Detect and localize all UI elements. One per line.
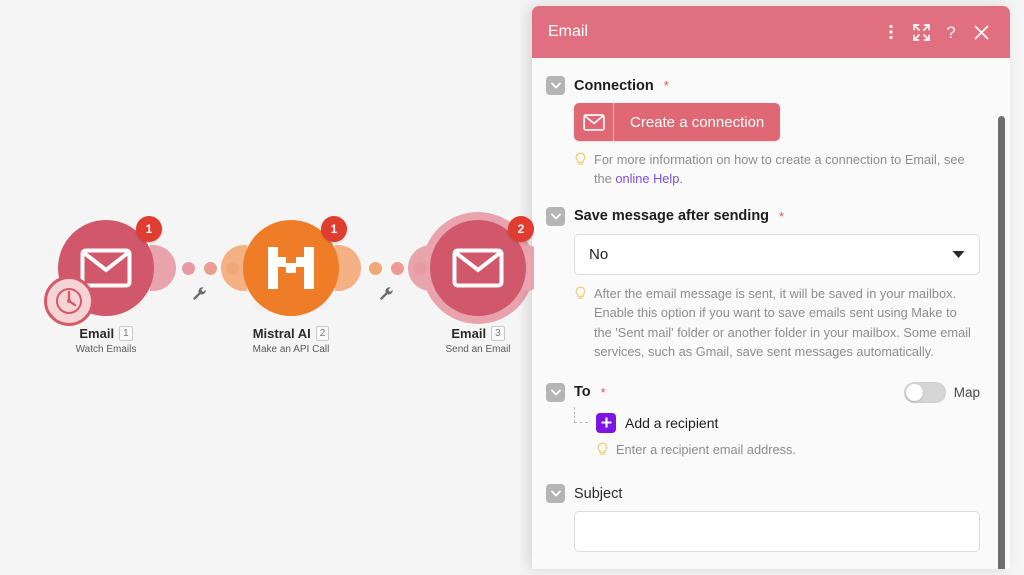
wrench-icon[interactable]	[192, 286, 208, 302]
module-subtitle: Send an Email	[445, 344, 511, 355]
chevron-down-icon[interactable]	[546, 76, 565, 95]
add-a-recipient-row[interactable]: Add a recipient	[574, 406, 980, 433]
connection-hint-text: For more information on how to create a …	[594, 150, 974, 189]
help-icon[interactable]: ?	[936, 17, 966, 47]
hint-text-after: .	[679, 171, 683, 187]
envelope-icon	[574, 103, 614, 141]
module-badge: 1	[321, 216, 347, 242]
module-badge: 2	[508, 216, 534, 242]
connector-dot	[182, 262, 195, 275]
envelope-icon	[452, 248, 504, 288]
mistral-logo-icon	[268, 247, 314, 289]
envelope-icon	[80, 248, 132, 288]
clock-icon	[44, 276, 94, 326]
module-name: Mistral AI	[252, 326, 311, 341]
field-to-content: Add a recipient Enter a recipient email …	[546, 406, 980, 462]
field-subject-label: Subject	[574, 485, 623, 502]
map-toggle-group: Map	[903, 381, 980, 403]
panel-body[interactable]: Connection * Create a connection For mor…	[532, 58, 1010, 569]
required-marker: *	[663, 78, 669, 93]
field-save-message-after-sending: Save message after sending * No After th…	[546, 206, 980, 362]
online-help-link[interactable]: online Help	[615, 171, 679, 186]
scenario-canvas[interactable]: 1 Email 1 Watch Emails 1 Mistral AI 2 Ma…	[0, 0, 534, 575]
connector-dot	[391, 262, 404, 275]
module-number: 2	[315, 326, 330, 341]
module-name: Email	[79, 326, 115, 341]
required-marker: *	[600, 384, 606, 400]
field-to: To * Map Add a recipient Enter a recipie…	[546, 381, 980, 462]
field-connection: Connection * Create a connection For mor…	[546, 76, 980, 189]
map-toggle-label: Map	[953, 384, 980, 400]
required-marker: *	[779, 208, 785, 224]
module-settings-panel: Email ? Connection * Create a connection…	[532, 6, 1010, 569]
field-save-message-label: Save message after sending	[574, 208, 770, 225]
field-connection-label: Connection	[574, 77, 654, 94]
save-message-selected-value: No	[589, 245, 609, 263]
module-title: Email 3	[420, 326, 534, 341]
module-subtitle: Make an API Call	[252, 344, 330, 355]
chevron-down-icon[interactable]	[546, 382, 565, 402]
panel-title: Email	[548, 23, 589, 40]
close-icon[interactable]	[966, 17, 996, 47]
field-connection-content: Create a connection For more information…	[546, 103, 980, 189]
field-subject-content	[546, 511, 980, 553]
chevron-down-icon[interactable]	[546, 206, 565, 226]
connector-dot	[204, 262, 217, 275]
module-number: 1	[119, 326, 133, 341]
save-message-hint-text: After the email message is sent, it will…	[594, 285, 971, 360]
lightbulb-icon	[574, 152, 587, 189]
field-subject-header: Subject	[546, 484, 980, 504]
field-save-message-header: Save message after sending *	[546, 206, 980, 226]
subject-input[interactable]	[574, 511, 980, 553]
connector-dot	[369, 262, 382, 275]
module-title: Mistral AI 2	[233, 326, 349, 341]
module-mistral-ai-make-an-api-call[interactable]: 1 Mistral AI 2 Make an API Call	[221, 216, 361, 355]
lightbulb-icon	[596, 442, 609, 462]
wrench-icon[interactable]	[379, 286, 395, 302]
connector-dot	[226, 262, 239, 275]
chevron-down-icon	[952, 246, 965, 263]
expand-icon[interactable]	[906, 17, 936, 47]
panel-header: Email ?	[532, 6, 1010, 58]
lightbulb-icon	[574, 286, 587, 362]
save-message-hint: After the email message is sent, it will…	[574, 284, 974, 362]
tree-elbow-line	[574, 406, 588, 423]
connector-dot	[413, 262, 426, 275]
chevron-down-icon[interactable]	[546, 484, 565, 504]
add-a-recipient-label: Add a recipient	[625, 414, 719, 431]
module-email-watch-emails[interactable]: 1 Email 1 Watch Emails	[44, 216, 176, 355]
module-subtitle: Watch Emails	[75, 344, 137, 355]
map-toggle[interactable]	[903, 381, 946, 403]
field-subject: Subject	[546, 484, 980, 553]
connection-hint: For more information on how to create a …	[574, 150, 974, 189]
module-email-send-an-email[interactable]: 2 Email 3 Send an Email	[408, 212, 534, 355]
field-to-label: To	[574, 384, 591, 401]
panel-scrollbar-thumb[interactable]	[998, 116, 1005, 569]
map-toggle-knob	[905, 383, 923, 401]
module-title: Email 1	[48, 326, 164, 341]
field-to-header: To * Map	[546, 381, 980, 403]
field-connection-header: Connection *	[546, 76, 980, 95]
to-hint-text: Enter a recipient email address.	[616, 441, 796, 457]
module-number: 3	[491, 326, 505, 341]
create-a-connection-label: Create a connection	[630, 113, 765, 131]
connector-2-3	[369, 262, 426, 275]
plus-icon[interactable]	[596, 412, 616, 433]
module-badge: 1	[136, 216, 162, 242]
module-name: Email	[451, 326, 487, 341]
more-options-icon[interactable]	[876, 17, 906, 47]
connector-1-2	[182, 262, 239, 275]
save-message-select[interactable]: No	[574, 233, 980, 275]
create-a-connection-button[interactable]: Create a connection	[574, 103, 781, 141]
field-save-message-content: No After the email message is sent, it w…	[546, 233, 980, 362]
to-hint: Enter a recipient email address.	[574, 440, 974, 462]
